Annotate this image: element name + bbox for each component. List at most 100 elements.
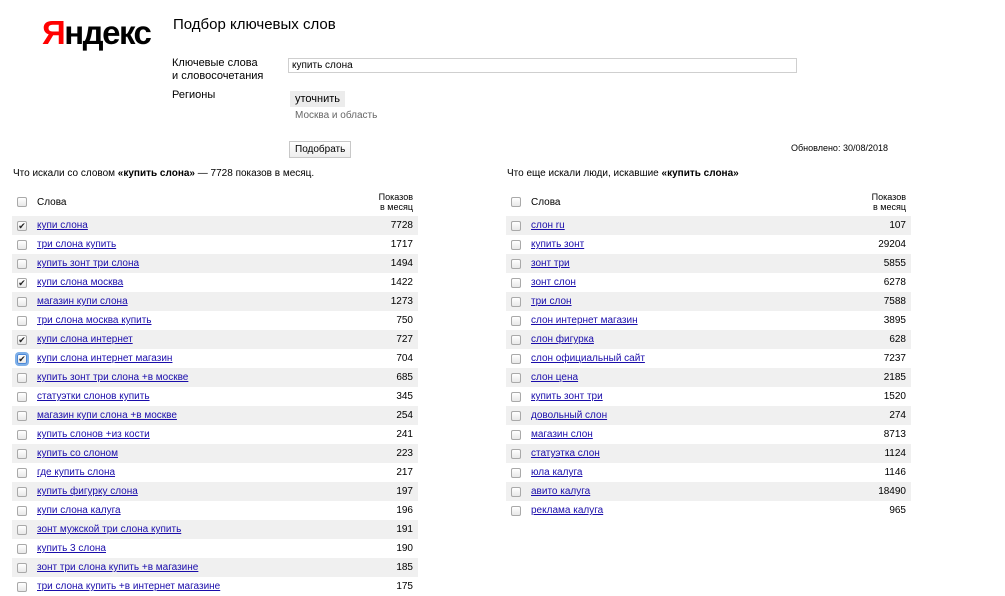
- keyword-link[interactable]: купить слонов +из кости: [37, 429, 150, 440]
- row-checkbox[interactable]: [17, 297, 27, 307]
- row-checkbox[interactable]: [17, 582, 27, 592]
- row-checkbox[interactable]: [511, 506, 521, 516]
- keyword-link[interactable]: купи слона интернет: [37, 334, 133, 345]
- row-checkbox[interactable]: [511, 240, 521, 250]
- keyword-link[interactable]: авито калуга: [531, 486, 590, 497]
- table-row: купить зонт 29204: [506, 235, 911, 254]
- right-select-all-checkbox[interactable]: [511, 197, 521, 207]
- keyword-link[interactable]: реклама калуга: [531, 505, 603, 516]
- keyword-link[interactable]: купи слона интернет магазин: [37, 353, 172, 364]
- row-checkbox[interactable]: ✔: [17, 354, 27, 364]
- row-checkbox[interactable]: [17, 487, 27, 497]
- row-checkbox[interactable]: [17, 411, 27, 421]
- clarify-region-button[interactable]: уточнить: [290, 91, 346, 107]
- row-checkbox[interactable]: [511, 335, 521, 345]
- keyword-link[interactable]: слон интернет магазин: [531, 315, 638, 326]
- left-heading-suffix: — 7728 показов в месяц.: [195, 168, 315, 179]
- row-checkbox[interactable]: [17, 392, 27, 402]
- keyword-link[interactable]: купить зонт три: [531, 391, 603, 402]
- table-row: где купить слона 217: [12, 463, 418, 482]
- row-checkbox[interactable]: [17, 259, 27, 269]
- keyword-link[interactable]: три слона купить +в интернет магазине: [37, 581, 220, 592]
- impressions-count: 1146: [884, 467, 906, 478]
- row-checkbox[interactable]: [17, 544, 27, 554]
- table-row: купить фигурку слона 197: [12, 482, 418, 501]
- row-checkbox[interactable]: [511, 468, 521, 478]
- impressions-count: 217: [396, 467, 413, 478]
- keyword-link[interactable]: где купить слона: [37, 467, 115, 478]
- left-table-body: ✔ купи слона 7728 три слона купить 1717 купит…: [12, 216, 418, 596]
- keyword-link[interactable]: зонт слон: [531, 277, 576, 288]
- yandex-logo[interactable]: Яндекс: [42, 14, 152, 52]
- row-checkbox[interactable]: [17, 468, 27, 478]
- left-select-all-checkbox[interactable]: [17, 197, 27, 207]
- region-value: Москва и область: [295, 110, 378, 121]
- row-checkbox[interactable]: [511, 316, 521, 326]
- left-col-count-line1: Показов: [378, 192, 413, 202]
- impressions-count: 7237: [883, 353, 906, 364]
- impressions-count: 18490: [878, 486, 906, 497]
- row-checkbox[interactable]: [511, 259, 521, 269]
- right-col-words: Слова: [531, 197, 561, 208]
- row-checkbox[interactable]: [511, 430, 521, 440]
- impressions-count: 7728: [390, 220, 413, 231]
- row-checkbox[interactable]: ✔: [17, 221, 27, 231]
- table-row: реклама калуга 965: [506, 501, 911, 520]
- row-checkbox[interactable]: [511, 373, 521, 383]
- row-checkbox[interactable]: [511, 449, 521, 459]
- keyword-link[interactable]: купи слона москва: [37, 277, 123, 288]
- row-checkbox[interactable]: [511, 354, 521, 364]
- row-checkbox[interactable]: [511, 487, 521, 497]
- row-checkbox[interactable]: [511, 221, 521, 231]
- row-checkbox[interactable]: ✔: [17, 278, 27, 288]
- row-checkbox[interactable]: [17, 506, 27, 516]
- keyword-link[interactable]: слон цена: [531, 372, 578, 383]
- keyword-link[interactable]: слон фигурка: [531, 334, 594, 345]
- row-checkbox[interactable]: ✔: [17, 335, 27, 345]
- left-table: Слова Показов в месяц ✔ купи слона 7728 три…: [12, 190, 418, 596]
- keyword-link[interactable]: купи слона: [37, 220, 88, 231]
- row-checkbox[interactable]: [511, 411, 521, 421]
- submit-button[interactable]: Подобрать: [289, 141, 352, 158]
- keyword-link[interactable]: слон официальный сайт: [531, 353, 645, 364]
- row-checkbox[interactable]: [17, 316, 27, 326]
- keyword-link[interactable]: зонт мужской три слона купить: [37, 524, 181, 535]
- row-checkbox[interactable]: [511, 297, 521, 307]
- keyword-link[interactable]: купить зонт: [531, 239, 584, 250]
- row-checkbox[interactable]: [17, 430, 27, 440]
- keyword-link[interactable]: купить зонт три слона: [37, 258, 139, 269]
- keyword-link[interactable]: купить зонт три слона +в москве: [37, 372, 188, 383]
- keyword-link[interactable]: зонт три слона купить +в магазине: [37, 562, 198, 573]
- keyword-link[interactable]: купить со слоном: [37, 448, 118, 459]
- impressions-count: 1520: [883, 391, 906, 402]
- row-checkbox[interactable]: [17, 240, 27, 250]
- left-heading-query: «купить слона»: [117, 168, 195, 179]
- row-checkbox[interactable]: [511, 278, 521, 288]
- row-checkbox[interactable]: [17, 563, 27, 573]
- keyword-link[interactable]: три слон: [531, 296, 572, 307]
- keyword-link[interactable]: магазин слон: [531, 429, 593, 440]
- logo-first-letter: Я: [42, 14, 66, 51]
- impressions-count: 727: [396, 334, 413, 345]
- keyword-link[interactable]: юла калуга: [531, 467, 582, 478]
- table-row: купить слонов +из кости 241: [12, 425, 418, 444]
- keyword-link[interactable]: три слона москва купить: [37, 315, 152, 326]
- keyword-link[interactable]: статуэтки слонов купить: [37, 391, 150, 402]
- row-checkbox[interactable]: [17, 373, 27, 383]
- keyword-link[interactable]: купить 3 слона: [37, 543, 106, 554]
- table-row: три слона купить +в интернет магазине 175: [12, 577, 418, 596]
- row-checkbox[interactable]: [17, 449, 27, 459]
- keyword-link[interactable]: магазин купи слона +в москве: [37, 410, 177, 421]
- keyword-link[interactable]: три слона купить: [37, 239, 116, 250]
- keyword-link[interactable]: довольный слон: [531, 410, 607, 421]
- keyword-link[interactable]: слон ru: [531, 220, 565, 231]
- keyword-link[interactable]: магазин купи слона: [37, 296, 128, 307]
- row-checkbox[interactable]: [17, 525, 27, 535]
- keywords-input[interactable]: купить слона: [288, 58, 797, 73]
- keyword-link[interactable]: купить фигурку слона: [37, 486, 138, 497]
- keyword-link[interactable]: купи слона калуга: [37, 505, 121, 516]
- keyword-link[interactable]: статуэтка слон: [531, 448, 600, 459]
- keyword-link[interactable]: зонт три: [531, 258, 570, 269]
- impressions-count: 7588: [883, 296, 906, 307]
- row-checkbox[interactable]: [511, 392, 521, 402]
